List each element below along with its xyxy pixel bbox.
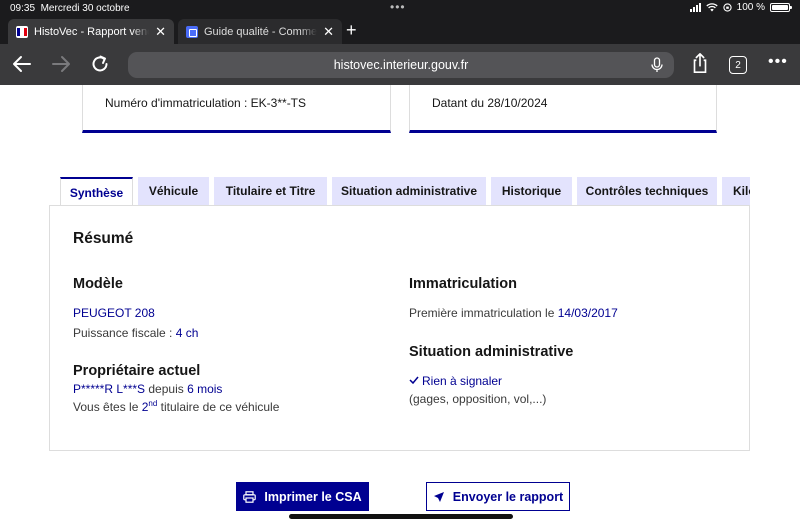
status-bar: 09:35 Mercredi 30 octobre ••• 100 % xyxy=(0,0,800,17)
microphone-icon[interactable] xyxy=(650,57,664,73)
report-tab-list: Synthèse Véhicule Titulaire et Titre Sit… xyxy=(60,177,750,205)
battery-percent: 100 % xyxy=(736,2,765,13)
browser-tab-guide[interactable]: Guide qualité - Commentaires ✕ xyxy=(178,19,342,44)
print-csa-button[interactable]: Imprimer le CSA xyxy=(236,482,369,511)
send-report-label: Envoyer le rapport xyxy=(452,489,564,504)
tab-synthese[interactable]: Synthèse xyxy=(60,177,133,205)
owner-heading: Propriétaire actuel xyxy=(73,363,201,379)
close-tab-icon[interactable]: ✕ xyxy=(323,24,334,40)
status-time: 09:35 Mercredi 30 octobre xyxy=(10,3,130,14)
browser-toolbar: histovec.interieur.gouv.fr 2 ••• xyxy=(0,44,800,85)
address-bar-url: histovec.interieur.gouv.fr xyxy=(333,58,469,72)
send-icon xyxy=(433,491,444,502)
guide-favicon-icon xyxy=(186,25,198,38)
tab-historique[interactable]: Historique xyxy=(491,177,572,205)
owner-name-line: P*****R L***S depuis 6 mois xyxy=(73,382,223,396)
back-arrow-icon[interactable] xyxy=(11,53,33,75)
browser-tab-bar: HistoVec - Rapport vendeur ✕ Guide quali… xyxy=(0,17,800,44)
marianne-favicon-icon xyxy=(16,25,28,38)
model-name: PEUGEOT 208 xyxy=(73,306,155,320)
browser-tab-histovec[interactable]: HistoVec - Rapport vendeur ✕ xyxy=(8,19,174,44)
check-icon xyxy=(409,376,419,384)
summary-title: Résumé xyxy=(73,230,134,247)
share-icon[interactable] xyxy=(689,52,711,74)
home-indicator[interactable] xyxy=(289,514,513,519)
registration-number: Numéro d'immatriculation : EK-3**-TS xyxy=(105,96,307,110)
multitasking-dots[interactable]: ••• xyxy=(390,0,406,14)
reload-icon[interactable] xyxy=(89,53,111,75)
owner-rank-line: Vous êtes le 2nd titulaire de ce véhicul… xyxy=(73,399,280,414)
tab-titulaire-titre[interactable]: Titulaire et Titre xyxy=(214,177,327,205)
more-options-icon[interactable]: ••• xyxy=(768,53,788,71)
orientation-lock-icon xyxy=(722,3,732,12)
admin-heading: Situation administrative xyxy=(409,344,574,360)
tab-vehicule[interactable]: Véhicule xyxy=(138,177,209,205)
browser-tab-title: HistoVec - Rapport vendeur xyxy=(34,25,149,38)
browser-tab-title: Guide qualité - Commentaires xyxy=(204,25,318,38)
webpage: Numéro d'immatriculation : EK-3**-TS Dat… xyxy=(0,85,800,525)
report-date-card: Datant du 28/10/2024 xyxy=(409,85,717,133)
fiscal-power: Puissance fiscale : 4 ch xyxy=(73,326,199,340)
signal-icon xyxy=(689,3,701,12)
forward-arrow-icon[interactable] xyxy=(50,53,72,75)
printer-icon xyxy=(243,490,257,503)
tab-controles-techniques[interactable]: Contrôles techniques xyxy=(577,177,717,205)
first-registration: Première immatriculation le 14/03/2017 xyxy=(409,306,618,320)
registration-card: Numéro d'immatriculation : EK-3**-TS xyxy=(82,85,391,133)
admin-status: Rien à signaler xyxy=(409,374,502,388)
tab-situation-administrative[interactable]: Situation administrative xyxy=(332,177,486,205)
tab-overview-button[interactable]: 2 xyxy=(729,56,747,74)
tab-kilometrage[interactable]: Kilométrage xyxy=(722,177,750,205)
send-report-button[interactable]: Envoyer le rapport xyxy=(426,482,570,511)
battery-icon xyxy=(770,3,792,12)
admin-details: (gages, opposition, vol,...) xyxy=(409,392,547,406)
report-date: Datant du 28/10/2024 xyxy=(432,96,548,110)
synthese-panel: Résumé Modèle PEUGEOT 208 Puissance fisc… xyxy=(49,205,750,451)
registration-heading: Immatriculation xyxy=(409,276,517,292)
new-tab-plus-icon[interactable]: + xyxy=(346,20,357,41)
wifi-icon xyxy=(705,3,718,12)
close-tab-icon[interactable]: ✕ xyxy=(155,24,166,40)
address-bar[interactable]: histovec.interieur.gouv.fr xyxy=(128,52,674,78)
print-csa-label: Imprimer le CSA xyxy=(264,489,362,504)
model-heading: Modèle xyxy=(73,276,123,292)
